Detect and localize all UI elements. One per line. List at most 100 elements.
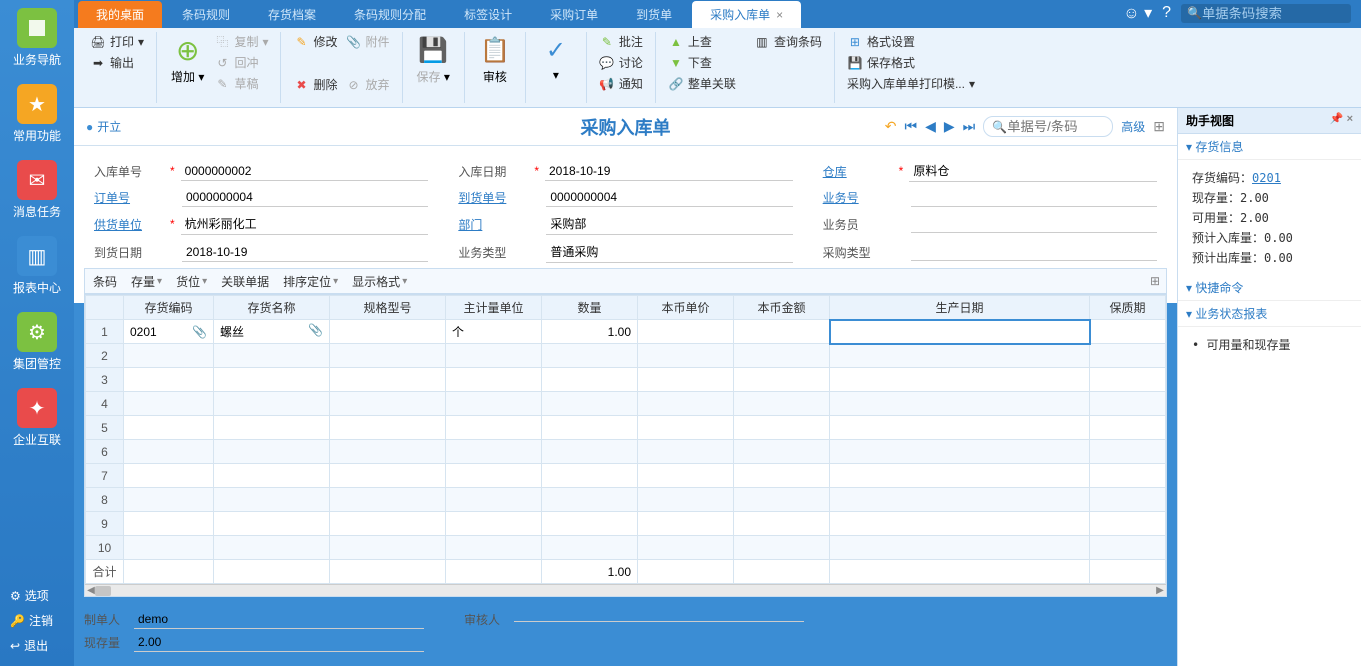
expand-button[interactable]: ⊞ [1153,118,1165,135]
warehouse-label[interactable]: 仓库 [823,163,893,180]
nav-enterprise[interactable]: ✦企业互联 [0,380,74,456]
nav-msg[interactable]: ✉消息任务 [0,152,74,228]
rp-quick-header[interactable]: 快捷命令 [1178,275,1361,301]
batch-note-button[interactable]: ✎批注 [595,32,647,51]
tab-barcode-rule[interactable]: 条码规则 [164,1,248,28]
table-row[interactable]: 3 [86,368,1166,392]
nav-group[interactable]: ⚙集团管控 [0,304,74,380]
close-icon[interactable]: × [776,8,783,22]
doc-search[interactable]: 🔍 [983,116,1113,137]
reverse-button[interactable]: ↺回冲 [210,53,272,72]
display-fmt-button[interactable]: 显示格式 ▾ [352,273,407,290]
receipt-no-value[interactable]: 0000000002 [181,162,429,181]
save-format-button[interactable]: 💾保存格式 [843,53,979,72]
copy-button[interactable]: ⿻复制 ▾ [210,32,272,51]
order-no-value[interactable]: 0000000004 [182,188,428,207]
arrival-no-value[interactable]: 0000000004 [546,188,792,207]
warehouse-value[interactable]: 原料仓 [909,160,1157,182]
scroll-thumb[interactable] [95,586,111,596]
supplier-label[interactable]: 供货单位 [94,216,164,233]
cell-price[interactable] [638,320,734,344]
cell-code[interactable]: 0201📎 [124,320,214,344]
col-qty[interactable]: 数量 [542,296,638,320]
nav-fav[interactable]: ★常用功能 [0,76,74,152]
cell-name[interactable]: 螺丝📎 [214,320,330,344]
tab-po[interactable]: 采购订单 [532,1,616,28]
delete-button[interactable]: ✖删除 [289,75,341,94]
col-unit[interactable]: 主计量单位 [446,296,542,320]
add-button[interactable]: ⊕增加 ▾ [165,32,210,87]
rp-status-item[interactable]: 可用量和现存量 [1192,336,1347,353]
scroll-right-icon[interactable]: ▶ [1154,585,1166,596]
col-name[interactable]: 存货名称 [214,296,330,320]
order-no-label[interactable]: 订单号 [94,189,164,206]
purchasetype-value[interactable] [911,243,1157,261]
undo-button[interactable]: ↶ [885,118,897,135]
query-barcode-button[interactable]: ▥查询条码 [750,32,826,51]
user-icon[interactable]: ☺ ▾ [1123,3,1152,23]
tab-receipt[interactable]: 采购入库单× [692,1,801,28]
logout-link[interactable]: 🔑注销 [0,608,74,633]
location-button[interactable]: 货位 ▾ [176,273,207,290]
table-row[interactable]: 9 [86,512,1166,536]
save-button[interactable]: 💾保存 ▾ [411,32,456,87]
abandon-button[interactable]: ⊘放弃 [342,75,394,94]
cell-amount[interactable] [734,320,830,344]
tab-label-design[interactable]: 标签设计 [446,1,530,28]
biz-no-label[interactable]: 业务号 [823,189,893,206]
supplier-value[interactable]: 杭州彩丽化工 [181,213,429,235]
draft-button[interactable]: ✎草稿 [210,74,272,93]
global-search[interactable]: 🔍 [1181,4,1351,23]
table-row[interactable]: 1 0201📎 螺丝📎 个 1.00 [86,320,1166,344]
open-link[interactable]: ●开立 [86,118,121,135]
col-rownum[interactable] [86,296,124,320]
col-code[interactable]: 存货编码 [124,296,214,320]
edit-button[interactable]: ✎修改 [289,32,341,51]
table-row[interactable]: 8 [86,488,1166,512]
table-row[interactable]: 6 [86,440,1166,464]
nav-report[interactable]: ▥报表中心 [0,228,74,304]
last-button[interactable]: ⏭ [963,118,976,135]
clip-icon[interactable]: 📎 [192,325,207,339]
col-proddate[interactable]: 生产日期 [830,296,1090,320]
arrival-no-label[interactable]: 到货单号 [458,189,528,206]
tab-inventory[interactable]: 存货档案 [250,1,334,28]
wholelink-button[interactable]: 🔗整单关联 [664,74,740,93]
print-button[interactable]: 🖨打印 ▾ [86,32,148,51]
table-row[interactable]: 7 [86,464,1166,488]
col-spec[interactable]: 规格型号 [330,296,446,320]
doc-search-input[interactable] [1007,119,1107,134]
prev-button[interactable]: ◀ [925,118,936,135]
cell-proddate[interactable] [830,320,1090,344]
rp-stock-header[interactable]: 存货信息 [1178,134,1361,160]
cell-unit[interactable]: 个 [446,320,542,344]
options-link[interactable]: ⚙选项 [0,583,74,608]
exit-link[interactable]: ↩退出 [0,633,74,658]
col-price[interactable]: 本币单价 [638,296,734,320]
first-button[interactable]: ⏮ [904,118,917,135]
stock-code-link[interactable]: 0201 [1252,171,1281,185]
barcode-button[interactable]: 条码 [93,273,117,290]
biztype-value[interactable]: 普通采购 [546,241,792,263]
nav-biz[interactable]: 业务导航 [0,0,74,76]
clip-icon[interactable]: 📎 [308,323,323,337]
stamp-button[interactable]: ✓▾ [534,32,578,84]
checkdown-button[interactable]: ▼下查 [664,53,740,72]
salesman-value[interactable] [911,215,1157,233]
stock-button[interactable]: 存量 ▾ [131,273,162,290]
biz-no-value[interactable] [911,189,1157,207]
notify-button[interactable]: 📢通知 [595,74,647,93]
col-amount[interactable]: 本币金额 [734,296,830,320]
receipt-date-value[interactable]: 2018-10-19 [545,162,793,181]
audit-button[interactable]: 📋审核 [473,32,517,87]
next-button[interactable]: ▶ [944,118,955,135]
table-row[interactable]: 4 [86,392,1166,416]
help-icon[interactable]: ? [1162,4,1171,22]
print-template-button[interactable]: 采购入库单单打印模... ▾ [843,74,979,93]
pin-icon[interactable]: 📌 [1330,113,1344,125]
table-row[interactable]: 10 [86,536,1166,560]
advanced-link[interactable]: 高级 [1121,118,1145,135]
arrival-date-value[interactable]: 2018-10-19 [182,243,428,262]
close-panel-icon[interactable]: × [1347,113,1353,125]
dept-value[interactable]: 采购部 [546,213,792,235]
